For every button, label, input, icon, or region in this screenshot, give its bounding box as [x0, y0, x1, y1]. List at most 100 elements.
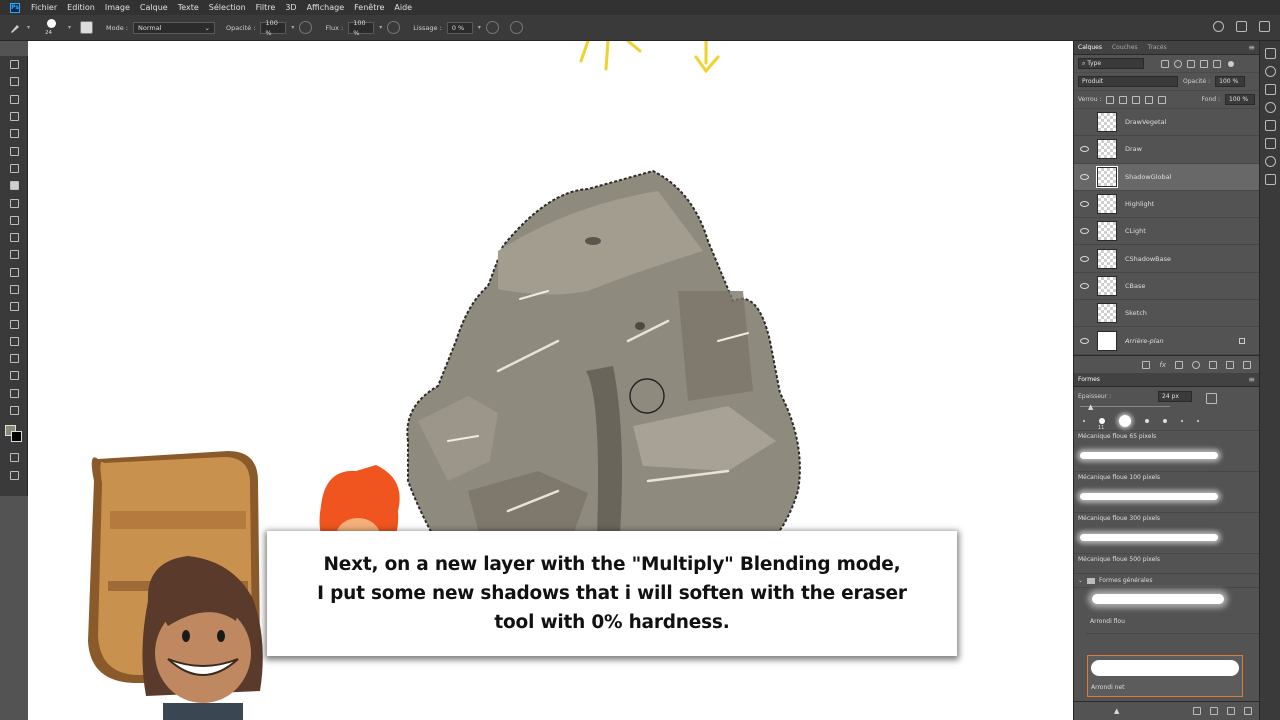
- color-icon[interactable]: [1264, 66, 1276, 77]
- more-tools-tool[interactable]: [0, 402, 28, 419]
- lock-transparent-icon[interactable]: [1106, 95, 1115, 104]
- dodge-tool[interactable]: [0, 281, 28, 298]
- tab-calques[interactable]: Calques: [1078, 44, 1102, 51]
- brush-preset[interactable]: [1197, 419, 1199, 422]
- history-brush-tool[interactable]: [0, 212, 28, 229]
- opacity-field[interactable]: 100 %: [260, 19, 287, 37]
- brush-item[interactable]: Mécanique floue 500 pixels: [1074, 554, 1259, 574]
- adjustment-icon[interactable]: [1192, 360, 1200, 369]
- eye-icon[interactable]: [1080, 201, 1089, 208]
- filter-shape-icon[interactable]: [1200, 59, 1208, 68]
- new-layer-icon[interactable]: [1226, 360, 1234, 369]
- swatches-icon[interactable]: [1264, 84, 1276, 95]
- layer-row[interactable]: Sketch: [1074, 300, 1259, 328]
- tab-formes[interactable]: Formes: [1078, 376, 1100, 383]
- brush-preset[interactable]: [1083, 419, 1085, 422]
- eye-icon[interactable]: [1080, 146, 1089, 153]
- menu-edition[interactable]: Edition: [62, 3, 100, 12]
- layer-row-selected[interactable]: ShadowGlobal: [1074, 163, 1259, 191]
- eye-icon[interactable]: [1080, 337, 1089, 344]
- new-brush-icon[interactable]: [1227, 706, 1235, 715]
- blur-tool[interactable]: [0, 264, 28, 281]
- tab-traces[interactable]: Tracés: [1148, 44, 1167, 51]
- brush-preset[interactable]: [1119, 414, 1131, 427]
- mode-select[interactable]: Normal ⌄: [133, 21, 215, 34]
- slider-thumb-icon[interactable]: ▲: [1088, 403, 1093, 411]
- layer-row[interactable]: Arrière-plan: [1074, 327, 1259, 355]
- filter-type-icon[interactable]: [1187, 59, 1195, 68]
- eye-icon[interactable]: [1080, 228, 1089, 235]
- mask-icon[interactable]: [1175, 360, 1183, 369]
- quick-mask-tool[interactable]: [0, 449, 28, 466]
- chevron-down-icon[interactable]: ▾: [27, 24, 30, 31]
- brush-panel-toggle-icon[interactable]: [80, 21, 94, 34]
- brush-preset[interactable]: [1145, 418, 1149, 423]
- layer-row[interactable]: CBase: [1074, 273, 1259, 301]
- brush-preset[interactable]: [1163, 418, 1167, 423]
- libraries-icon[interactable]: [1264, 120, 1276, 131]
- chevron-down-icon[interactable]: ▾: [68, 24, 71, 31]
- chevron-down-icon[interactable]: ▾: [478, 24, 481, 31]
- brush-size-field[interactable]: 24 px: [1158, 391, 1192, 402]
- brush-settings-icon[interactable]: [1193, 706, 1201, 715]
- tab-couches[interactable]: Couches: [1112, 44, 1138, 51]
- size-slider-thumb-icon[interactable]: ▲: [1114, 707, 1119, 715]
- gear-icon[interactable]: [485, 21, 499, 34]
- menu-fichier[interactable]: Fichier: [26, 3, 62, 12]
- screen-mode-tool[interactable]: [0, 467, 28, 484]
- paths-icon[interactable]: [1264, 138, 1276, 149]
- zoom-tool[interactable]: [0, 385, 28, 402]
- menu-image[interactable]: Image: [100, 3, 135, 12]
- marquee-tool[interactable]: [0, 73, 28, 90]
- menu-calque[interactable]: Calque: [135, 3, 173, 12]
- background-color-swatch[interactable]: [11, 431, 22, 443]
- airbrush-icon[interactable]: [387, 21, 401, 34]
- search-icon[interactable]: [1213, 21, 1224, 32]
- share-icon[interactable]: [1259, 21, 1270, 32]
- visibility-off-icon[interactable]: [1080, 310, 1089, 316]
- layer-row[interactable]: Draw: [1074, 136, 1259, 164]
- eye-icon[interactable]: [1080, 282, 1089, 289]
- layer-row[interactable]: CShadowBase: [1074, 245, 1259, 273]
- link-icon[interactable]: [1142, 360, 1151, 369]
- brush-item-selected[interactable]: Arrondi net: [1087, 655, 1243, 697]
- trash-icon[interactable]: [1243, 360, 1251, 369]
- lock-paint-icon[interactable]: [1119, 95, 1128, 104]
- filter-smart-icon[interactable]: [1213, 59, 1221, 68]
- pressure-size-icon[interactable]: [509, 21, 523, 34]
- menu-aide[interactable]: Aide: [389, 3, 417, 12]
- menu-fenetre[interactable]: Fenêtre: [349, 3, 389, 12]
- folder-icon[interactable]: [1210, 706, 1218, 715]
- menu-selection[interactable]: Sélection: [204, 3, 251, 12]
- workspace-icon[interactable]: [1236, 21, 1247, 32]
- layer-row[interactable]: DrawVegetal: [1074, 109, 1259, 137]
- filter-pixel-icon[interactable]: [1161, 59, 1169, 68]
- chevron-down-icon[interactable]: ▾: [379, 24, 382, 31]
- lock-all-icon[interactable]: [1158, 95, 1167, 104]
- channels-icon[interactable]: [1264, 156, 1276, 167]
- eye-icon[interactable]: [1080, 173, 1089, 180]
- crop-tool[interactable]: [0, 125, 28, 142]
- eraser-tool[interactable]: [0, 229, 28, 246]
- healing-tool[interactable]: [0, 160, 28, 177]
- menu-affichage[interactable]: Affichage: [302, 3, 350, 12]
- pen-tool[interactable]: [0, 298, 28, 315]
- brush-preset[interactable]: [1181, 419, 1183, 422]
- brush-item[interactable]: Mécanique floue 65 pixels: [1074, 431, 1259, 472]
- eye-icon[interactable]: [1080, 255, 1089, 262]
- brush-size-picker[interactable]: 24: [41, 16, 63, 40]
- move-tool[interactable]: [0, 56, 28, 73]
- fill-field[interactable]: 100 %: [1225, 94, 1255, 105]
- magic-wand-tool[interactable]: [0, 108, 28, 125]
- flow-field[interactable]: 100 %: [348, 19, 375, 37]
- pressure-opacity-icon[interactable]: [299, 21, 313, 34]
- brush-tool-preset-icon[interactable]: [8, 21, 22, 35]
- brush-item[interactable]: Arrondi flou: [1086, 588, 1259, 634]
- chevron-down-icon[interactable]: ▾: [291, 24, 294, 31]
- menu-filtre[interactable]: Filtre: [251, 3, 281, 12]
- filter-toggle-icon[interactable]: [1228, 60, 1234, 67]
- layer-row[interactable]: Highlight: [1074, 191, 1259, 219]
- hand-tool[interactable]: [0, 367, 28, 384]
- blend-mode-select[interactable]: Produit: [1078, 76, 1178, 87]
- brush-item[interactable]: Mécanique floue 300 pixels: [1074, 513, 1259, 554]
